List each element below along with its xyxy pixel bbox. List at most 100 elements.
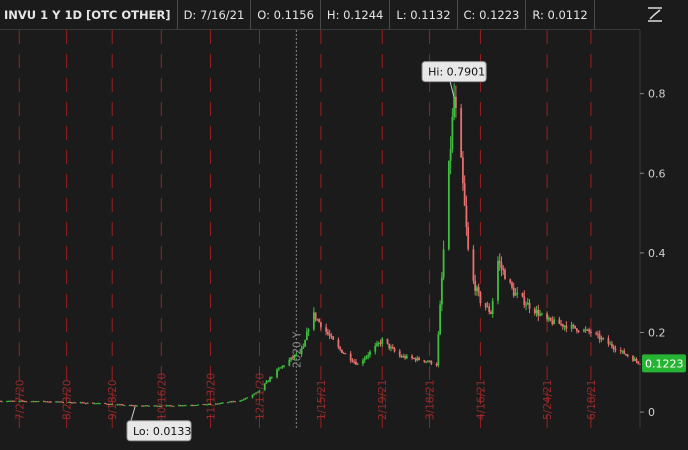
candle-body: [0, 401, 3, 403]
candle-body: [537, 309, 540, 316]
x-tick-label: 6/18/21: [586, 380, 598, 420]
candle-body: [516, 292, 519, 294]
candle-body: [404, 356, 406, 359]
candle-body: [486, 306, 489, 308]
candle-body: [267, 381, 270, 383]
candle-body: [0, 400, 1, 402]
candle-body: [465, 205, 468, 228]
candle-body: [197, 404, 200, 406]
candle-body: [553, 319, 555, 324]
candle-body: [307, 329, 310, 332]
candle-body: [283, 365, 285, 367]
candle-body: [625, 354, 627, 356]
candle-body: [356, 363, 359, 365]
candle-body: [55, 401, 58, 403]
candle-body: [449, 149, 452, 161]
candle-body: [484, 302, 487, 308]
candle-body: [181, 405, 184, 407]
candle-body: [279, 367, 282, 369]
y-tick-label: 0: [648, 406, 655, 419]
candle-body: [195, 404, 198, 406]
candle-body: [367, 355, 370, 357]
candle-body: [525, 304, 527, 306]
candle-body: [560, 324, 562, 326]
candle-body: [637, 361, 640, 364]
x-tick-label: 10/16/20: [156, 373, 168, 420]
candle-body: [37, 400, 40, 402]
candle-body: [183, 405, 186, 407]
candle-body: [497, 260, 499, 301]
candle-body: [425, 361, 427, 363]
candle-body: [598, 334, 601, 340]
candle-body: [265, 381, 268, 384]
candle-body: [227, 402, 229, 404]
candle-body: [472, 249, 475, 281]
candle-body: [539, 313, 541, 316]
candle-body: [428, 360, 431, 362]
x-tick-label: 5/24/21: [542, 380, 554, 420]
candle-body: [304, 340, 306, 347]
candle-body: [290, 357, 292, 360]
x-tick-label: 1/15/21: [316, 380, 328, 420]
candle-body: [632, 356, 634, 361]
y-tick-label: 0.4: [648, 247, 666, 260]
candle-body: [135, 405, 138, 407]
candle-body: [291, 357, 294, 359]
candle-body: [565, 325, 568, 329]
candle-body: [81, 402, 84, 404]
candle-body: [251, 394, 254, 398]
candle-body: [95, 403, 98, 405]
candle-body: [170, 405, 173, 407]
candle-body: [141, 405, 143, 407]
candle-body: [69, 401, 72, 403]
candle-body: [109, 403, 112, 405]
candle-body: [597, 333, 599, 335]
candle-body: [6, 401, 8, 403]
candle-body: [179, 405, 182, 407]
x-tick-label: 9/18/20: [107, 380, 119, 420]
y-tick-label: 0.8: [648, 88, 666, 101]
candle-body: [167, 405, 170, 407]
last-price-tag: 0.1223: [642, 354, 686, 373]
candle-body: [611, 343, 613, 347]
candle-body: [70, 402, 73, 404]
candle-body: [246, 397, 249, 399]
x-tick-label: 12/11/20: [255, 373, 267, 420]
high-label: Hi: 0.7901: [428, 66, 485, 79]
candle-body: [316, 319, 319, 321]
candle-body: [130, 405, 133, 407]
candle-body: [451, 116, 454, 150]
last-price-label: 0.1223: [645, 357, 684, 370]
candle-body: [193, 405, 196, 407]
candle-body: [584, 329, 587, 331]
candle-body: [474, 280, 477, 291]
candle-body: [74, 402, 77, 404]
candle-body: [521, 292, 524, 297]
candle-body: [423, 360, 426, 362]
candle-body: [561, 324, 564, 327]
candle-body: [121, 404, 124, 406]
candle-body: [619, 350, 622, 352]
candle-body: [277, 368, 280, 370]
candle-body: [11, 400, 14, 402]
candle-body: [7, 400, 10, 402]
chart-window: INVU 1 Y 1D [OTC OTHER] D: 7/16/21 O: 0.…: [0, 0, 688, 450]
candle-body: [158, 405, 161, 407]
candle-body: [120, 404, 122, 406]
candle-body: [623, 350, 626, 355]
candle-body: [558, 319, 561, 325]
price-chart[interactable]: 7/27/20 8/23/20 9/18/20 10/16/20 11/13/20 12/…: [0, 0, 688, 450]
candle-body: [32, 401, 35, 403]
candle-body: [326, 331, 329, 335]
candle-body: [111, 403, 114, 405]
candle-body: [349, 353, 352, 361]
candle-body: [202, 404, 205, 406]
candle-body: [128, 405, 131, 407]
candle-body: [388, 343, 391, 349]
candle-body: [369, 351, 371, 356]
candle-body: [405, 355, 408, 359]
candle-body: [153, 405, 156, 407]
plot-background: [0, 30, 640, 428]
y-tick-label: 0.6: [648, 167, 666, 180]
candle-body: [386, 338, 389, 344]
